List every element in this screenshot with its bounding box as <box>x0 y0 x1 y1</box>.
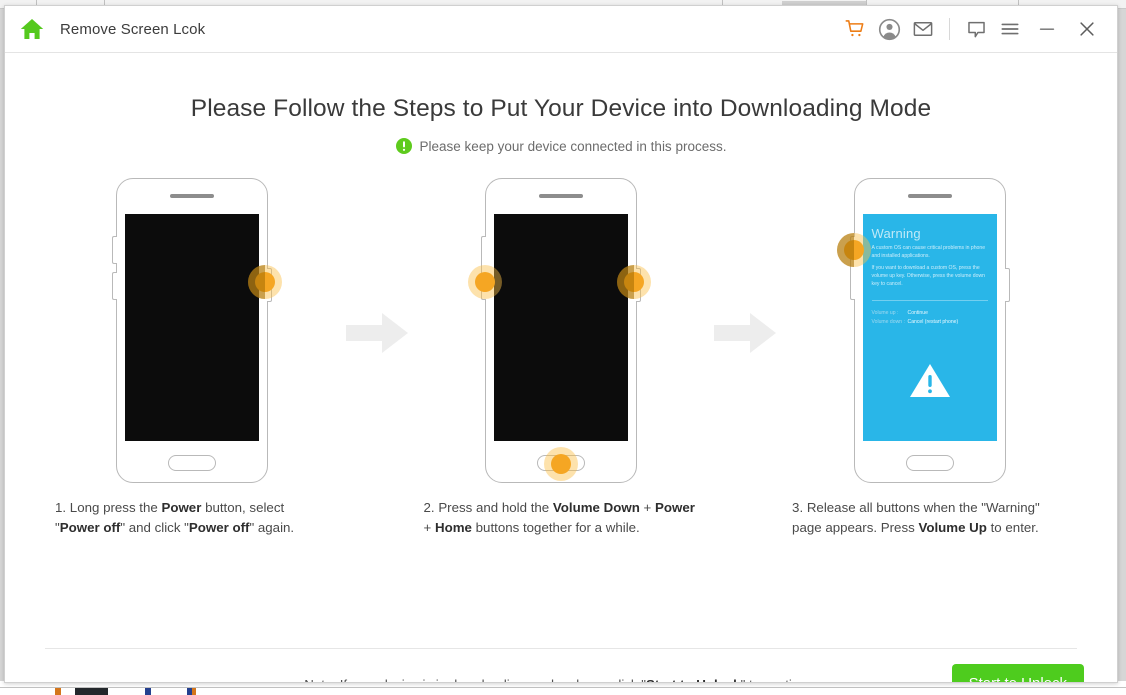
minimize-icon[interactable] <box>1027 9 1067 49</box>
subtitle-text: Please keep your device connected in thi… <box>419 138 727 154</box>
phone-home-button <box>168 455 217 471</box>
press-highlight-volume-up <box>836 233 871 267</box>
home-icon[interactable] <box>19 16 45 42</box>
phone-home-button <box>905 455 954 471</box>
page-title: Please Follow the Steps to Put Your Devi… <box>190 95 932 122</box>
volume-down-button <box>112 272 118 300</box>
step-3-illustration: Warning A custom OS can cause critical p… <box>784 178 1075 488</box>
phone-illustration: Warning A custom OS can cause critical p… <box>836 178 1010 483</box>
step-1-illustration <box>47 178 338 488</box>
warning-key-value: Cancel (restart phone) <box>907 319 959 325</box>
press-highlight-power <box>248 265 283 299</box>
power-button <box>1004 268 1010 302</box>
title-bar-actions <box>838 6 1117 52</box>
step-3-text: 3. Release all buttons when the "Warning… <box>792 500 1040 535</box>
press-highlight-volume-down <box>468 265 502 299</box>
press-highlight-home <box>544 447 578 481</box>
warning-key-label: Volume down : <box>871 319 905 325</box>
phone-screen <box>494 214 628 441</box>
exclamation-circle-icon <box>395 138 412 154</box>
step-1-text: 1. Long press the Power button, select "… <box>55 500 295 535</box>
steps-container: 1. Long press the Power button, select "… <box>5 178 1117 537</box>
phone-speaker <box>907 194 952 198</box>
cart-icon[interactable] <box>838 9 872 49</box>
window-title: Remove Screen Lcok <box>60 20 206 38</box>
step-2: 2. Press and hold the Volume Down + Powe… <box>416 178 707 537</box>
phone-speaker <box>170 194 215 198</box>
footer-note: Note: If your device is in downloading m… <box>5 677 1117 683</box>
phone-illustration <box>468 178 651 483</box>
step-2-text: 2. Press and hold the Volume Down + Powe… <box>423 500 695 535</box>
phone-screen <box>125 214 260 441</box>
subtitle-row: Please keep your device connected in thi… <box>5 138 1117 154</box>
menu-icon[interactable] <box>993 9 1027 49</box>
title-bar: Remove Screen Lcok <box>5 6 1117 53</box>
toolbar-divider <box>949 18 950 40</box>
footer-divider <box>45 648 1077 649</box>
phone-illustration <box>112 178 283 483</box>
application-window: Remove Screen Lcok Please Follow the Ste… <box>4 5 1118 683</box>
volume-up-button <box>112 236 118 264</box>
warning-triangle-icon <box>909 362 951 405</box>
main-content: Please Follow the Steps to Put Your Devi… <box>5 95 1117 683</box>
warning-screen-keys: Volume up : Continue Volume down : Cance… <box>872 309 994 327</box>
warning-key-row: Volume down : Cancel (restart phone) <box>872 318 994 327</box>
warning-key-row: Volume up : Continue <box>872 309 994 318</box>
mail-icon[interactable] <box>906 9 940 49</box>
warning-key-label: Volume up : <box>871 310 899 316</box>
warning-screen-paragraph-2: If you want to download a custom OS, pre… <box>871 265 985 287</box>
warning-key-value: Continue <box>907 310 928 316</box>
warning-screen-title: Warning <box>871 226 921 241</box>
footer: Note: If your device is in downloading m… <box>5 653 1117 683</box>
warning-screen: Warning A custom OS can cause critical p… <box>862 214 997 441</box>
arrow-icon-1 <box>338 178 416 488</box>
step-2-illustration <box>416 178 707 488</box>
background-window-bottom <box>0 681 1126 695</box>
phone-speaker <box>539 194 583 198</box>
account-icon[interactable] <box>872 9 906 49</box>
warning-screen-paragraph-1: A custom OS can cause critical problems … <box>871 245 986 259</box>
close-icon[interactable] <box>1067 9 1107 49</box>
warning-screen-divider <box>871 300 988 301</box>
step-1: 1. Long press the Power button, select "… <box>47 178 338 537</box>
arrow-icon-2 <box>706 178 784 488</box>
feedback-icon[interactable] <box>959 9 993 49</box>
start-to-unlock-button[interactable]: Start to Unlock <box>951 664 1084 682</box>
press-highlight-power <box>617 265 651 299</box>
step-3: Warning A custom OS can cause critical p… <box>784 178 1075 537</box>
